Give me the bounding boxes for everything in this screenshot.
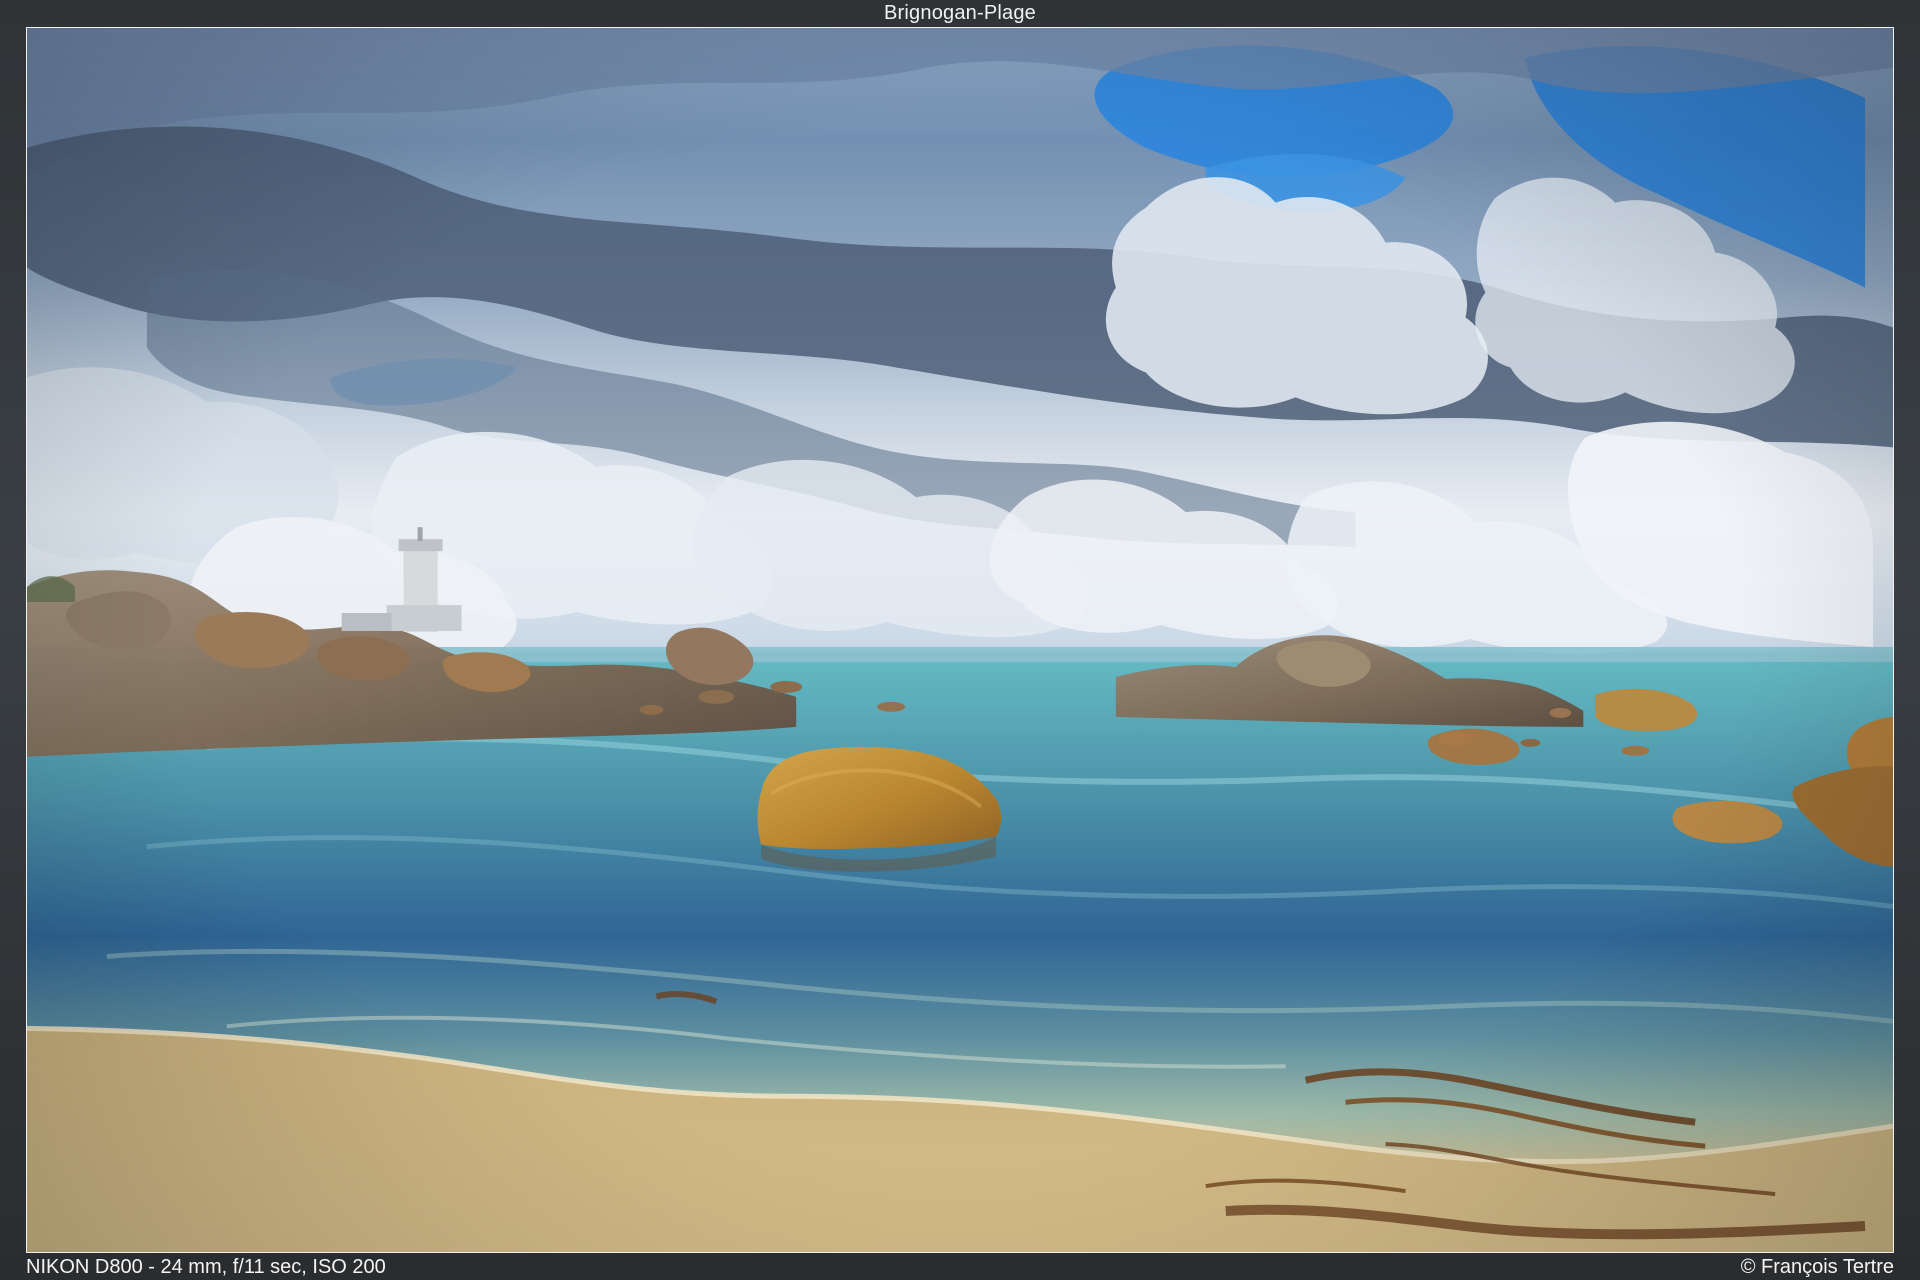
photo-page: Brignogan-Plage NIKON D800 - 24 mm, f/11… — [0, 0, 1920, 1280]
copyright-caption: © François Tertre — [1740, 1256, 1894, 1278]
camera-caption: NIKON D800 - 24 mm, f/11 sec, ISO 200 — [26, 1256, 386, 1278]
landscape-photo — [27, 28, 1893, 1252]
photo-title: Brignogan-Plage — [884, 2, 1036, 24]
landscape-photo-frame — [26, 27, 1894, 1253]
